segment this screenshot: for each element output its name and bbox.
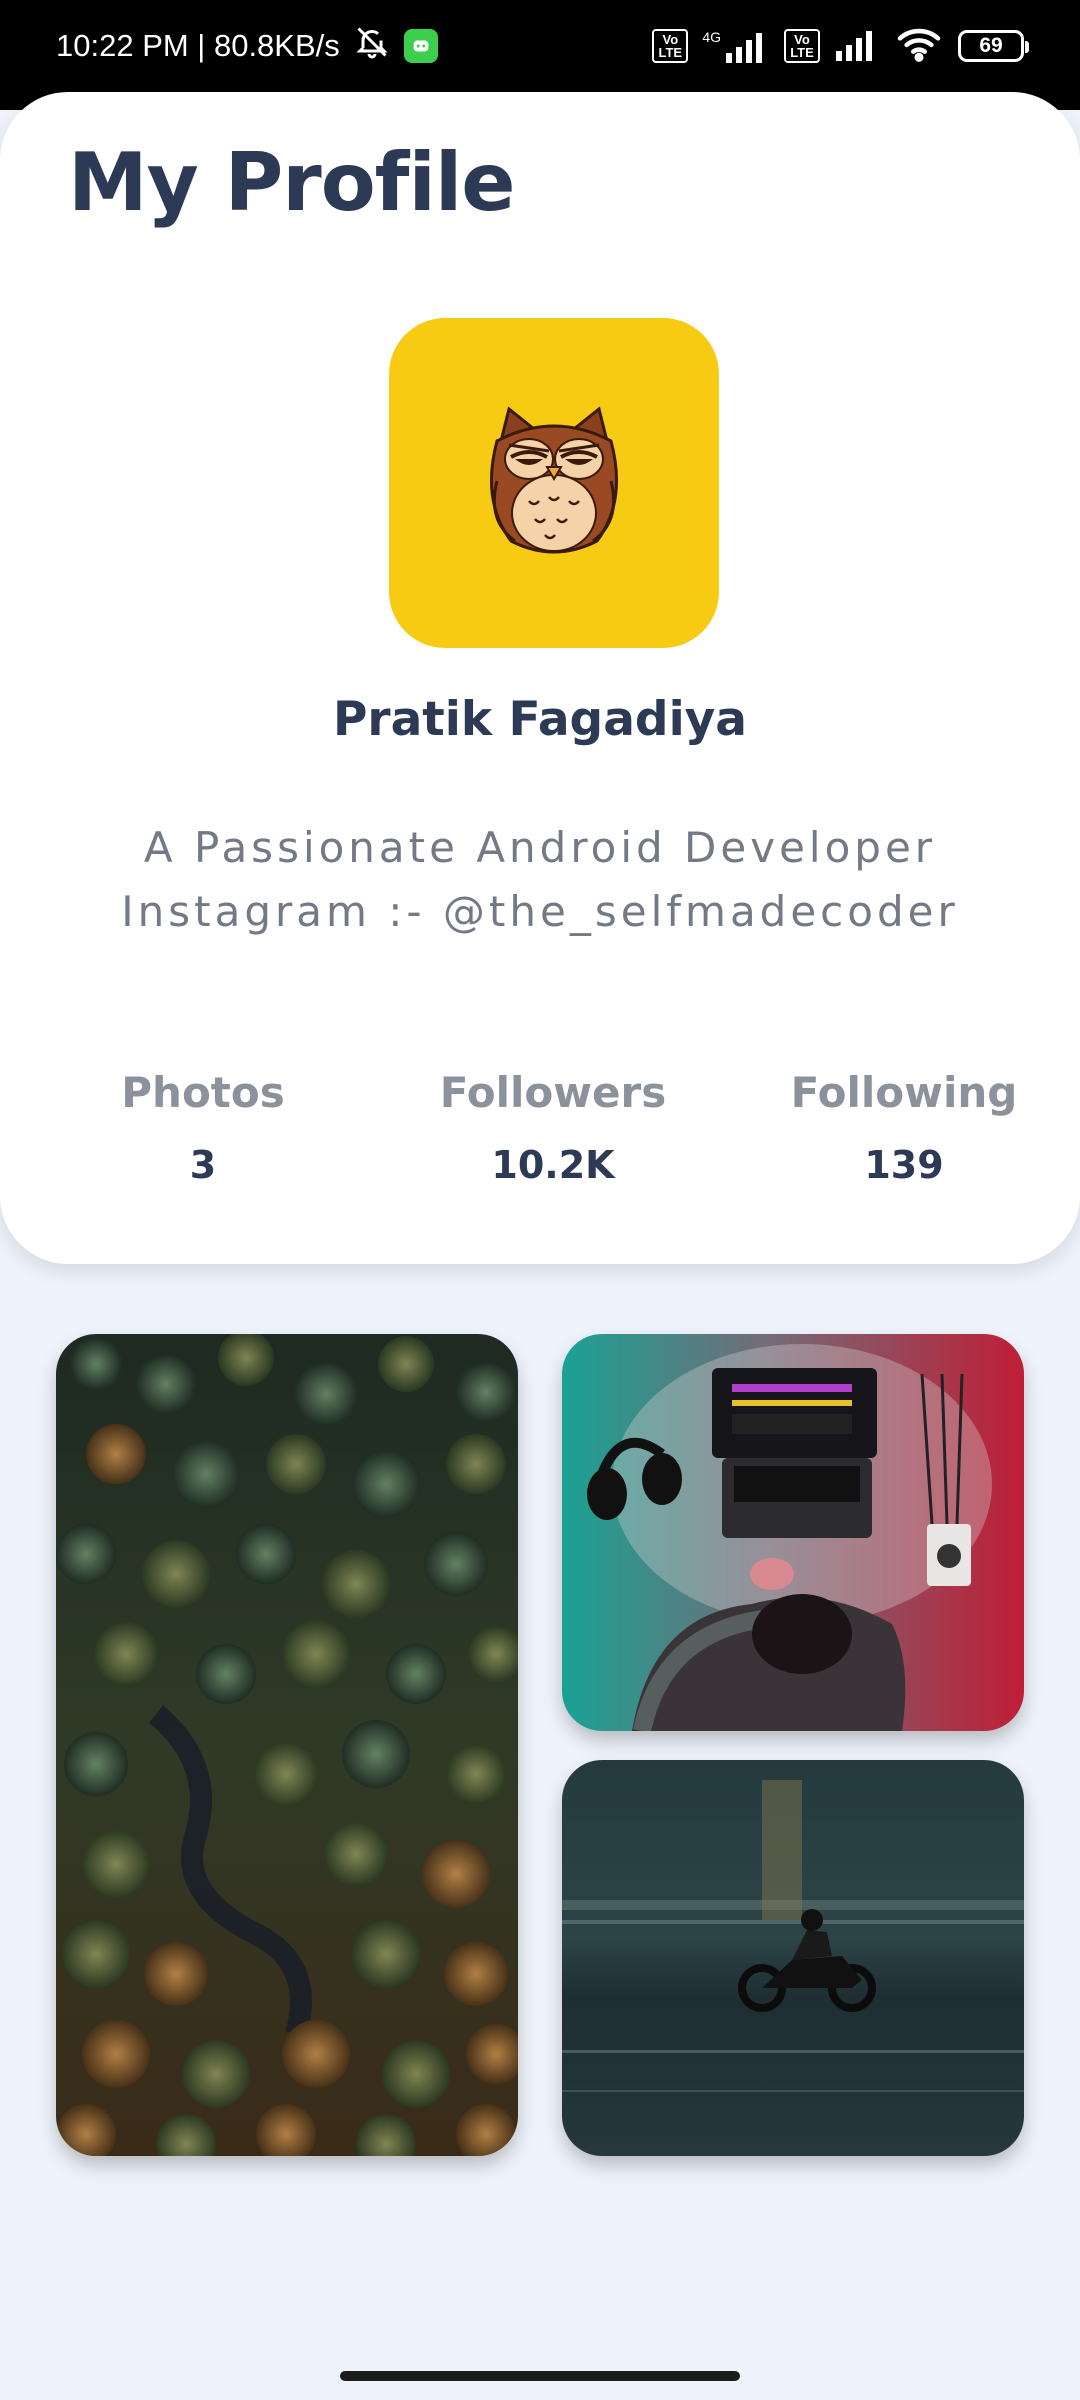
battery-icon: 69 (958, 30, 1029, 62)
status-time-speed: 10:22 PM | 80.8KB/s (56, 28, 340, 63)
stat-value: 3 (189, 1143, 217, 1187)
stat-value: 10.2K (491, 1143, 615, 1187)
volte-icon: Vo LTE (652, 29, 689, 63)
stat-followers[interactable]: Followers 10.2K (403, 1068, 703, 1187)
stat-following[interactable]: Following 139 (754, 1068, 1054, 1187)
wifi-icon (894, 25, 944, 67)
aerial-forest-photo (56, 1334, 518, 2156)
signal-4g-icon: 4G (702, 29, 770, 63)
app-notification-icon (403, 29, 438, 63)
stat-label: Photos (121, 1068, 285, 1117)
stat-label: Followers (439, 1068, 667, 1117)
avatar[interactable] (389, 318, 719, 648)
page-title: My Profile (68, 136, 516, 229)
photo-motorcycle[interactable] (562, 1760, 1024, 2156)
stat-photos[interactable]: Photos 3 (53, 1068, 353, 1187)
profile-card: My Profile Pratik Fagadiya A Passionate … (0, 92, 1080, 1264)
volte-icon-2: Vo LTE (784, 29, 820, 63)
motorcycle-rider-photo (562, 1760, 1024, 2156)
stat-value: 139 (864, 1143, 944, 1187)
profile-name: Pratik Fagadiya (332, 692, 748, 747)
photo-forest[interactable] (56, 1334, 518, 2156)
profile-bio: A Passionate Android Developer Instagram… (60, 816, 1020, 944)
bio-line-1: A Passionate Android Developer (143, 823, 937, 872)
desk-laptop-headphones-photo (562, 1334, 1024, 1731)
bio-line-2: Instagram :- @the_selfmadecoder (121, 887, 959, 936)
stat-label: Following (790, 1068, 1018, 1117)
photo-desk[interactable] (562, 1334, 1024, 1731)
mute-bell-icon (354, 24, 390, 68)
home-indicator[interactable] (340, 2371, 740, 2381)
owl-icon (479, 401, 629, 565)
signal-icon (834, 27, 880, 65)
